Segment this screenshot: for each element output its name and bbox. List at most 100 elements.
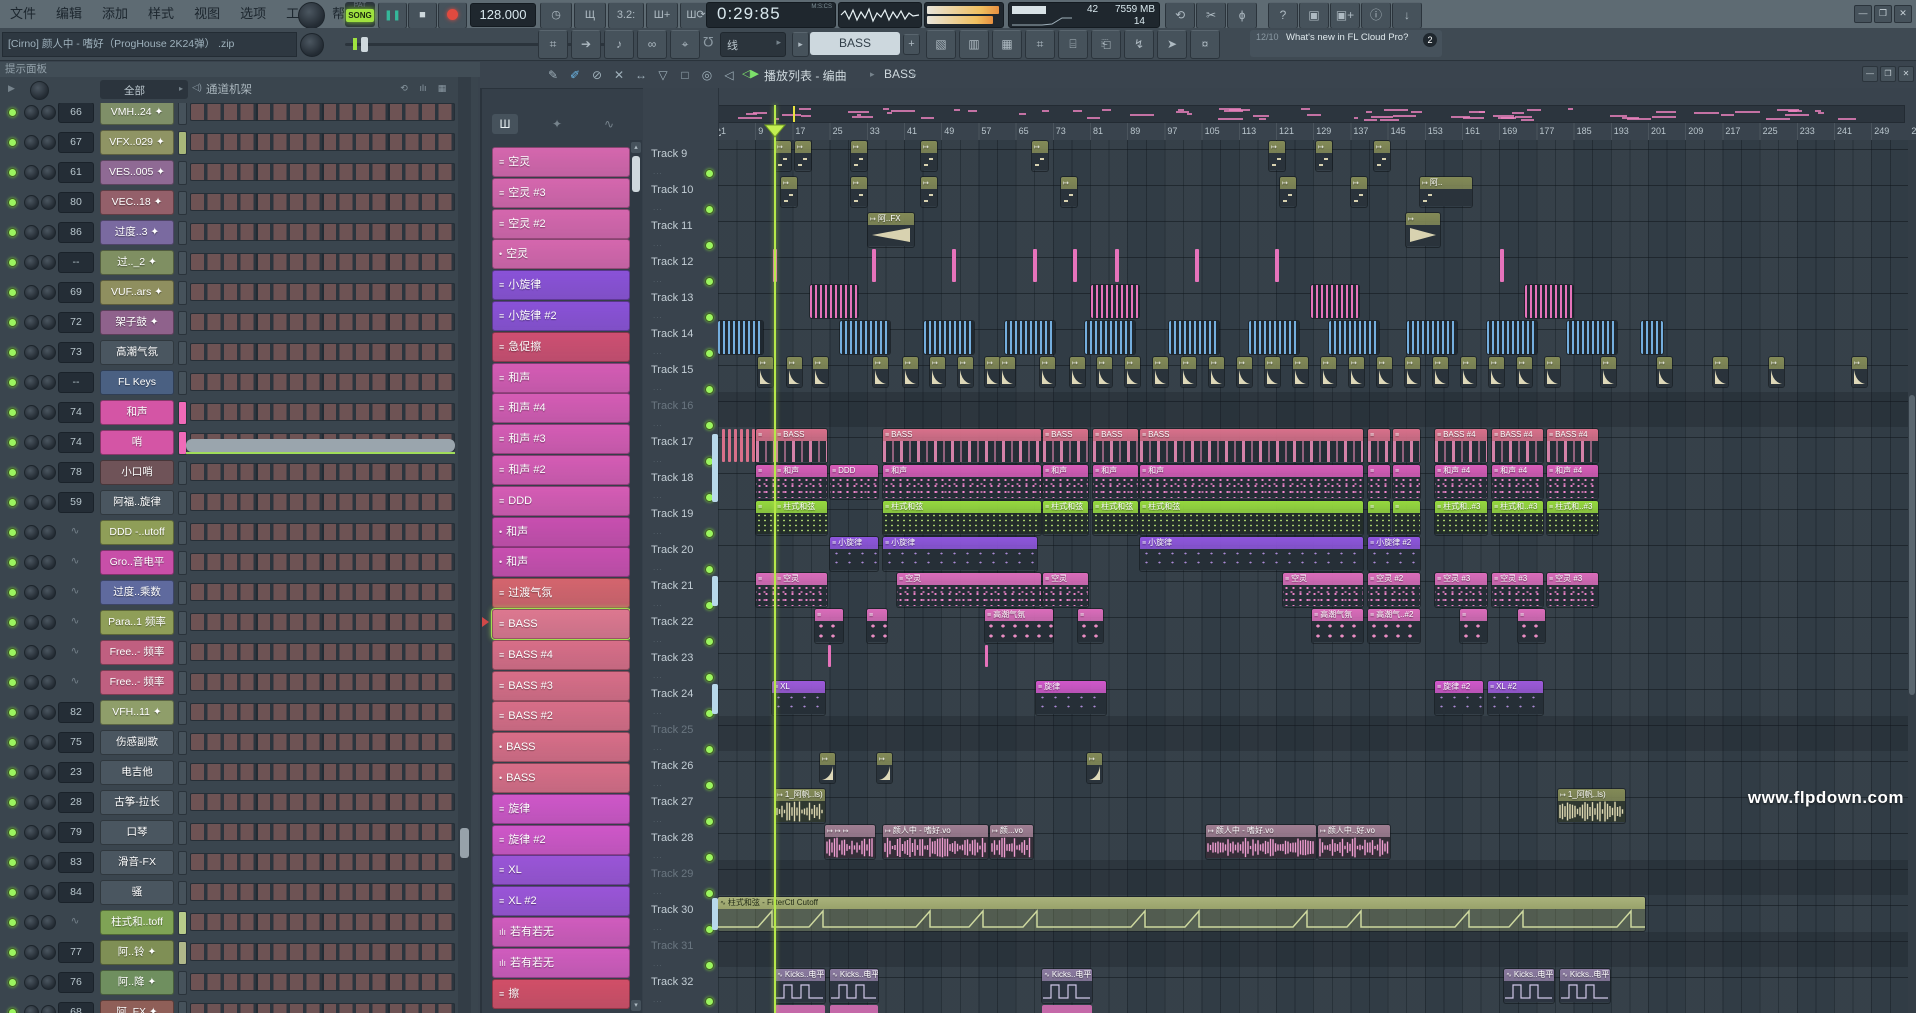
playlist-clip[interactable]: ∿Kicks..电平	[775, 969, 825, 1003]
playlist-toggle-icon[interactable]: ⌗	[538, 30, 568, 59]
menu-item-0[interactable]: 文件	[0, 0, 46, 28]
playlist-clip[interactable]: ≡DDD	[830, 465, 878, 499]
playlist-clip[interactable]: ↦	[1713, 357, 1728, 387]
pattern-item[interactable]: ılı若有若无	[492, 917, 630, 947]
channel-target-box[interactable]: 59	[58, 492, 94, 513]
clip-start-marker[interactable]	[712, 434, 718, 502]
playlist-clip[interactable]: ↦	[930, 357, 945, 387]
playlist-clip[interactable]: ≡空灵 #2	[1368, 573, 1420, 607]
playlist-clip[interactable]: ≡高潮气氛	[985, 609, 1053, 643]
channel-button[interactable]: 哨	[100, 430, 174, 455]
playlist-clip[interactable]: ≡	[1393, 465, 1420, 499]
channel-target-box[interactable]: 86	[58, 222, 94, 243]
playlist-clip[interactable]: ≡和声	[1043, 465, 1088, 499]
channel-button[interactable]: 骚	[100, 880, 174, 905]
track-mute-led[interactable]	[705, 169, 714, 178]
playlist-clip-thin[interactable]	[1073, 249, 1077, 282]
channel-button[interactable]: Para..1 频率	[100, 610, 174, 635]
channel-target-box[interactable]: 72	[58, 312, 94, 333]
track-name[interactable]: Track 27	[651, 796, 693, 808]
channel-button[interactable]: 阿..铃 ✦	[100, 940, 174, 965]
cpu-panel[interactable]: 42 7559 MB 14	[1008, 2, 1160, 28]
playlist-clip[interactable]: ↦	[1269, 141, 1285, 171]
volume-knob[interactable]	[41, 915, 56, 930]
pattern-item[interactable]: ≡BASS	[492, 609, 630, 639]
playlist-clip[interactable]: ↦	[1153, 357, 1168, 387]
pan-knob[interactable]	[24, 915, 39, 930]
playlist-clip-block[interactable]	[1329, 321, 1379, 354]
playlist-clip[interactable]: ≡BASS	[775, 429, 827, 463]
volume-knob[interactable]	[41, 825, 56, 840]
volume-knob[interactable]	[41, 105, 56, 120]
channel-target-box[interactable]: 28	[58, 792, 94, 813]
track-options-dots[interactable]: ...	[653, 455, 663, 464]
pan-knob[interactable]	[24, 585, 39, 600]
channel-button[interactable]: 古筝-拉长	[100, 790, 174, 815]
channel-target-box[interactable]: 73	[58, 342, 94, 363]
playlist-clip[interactable]: ↦	[877, 753, 892, 783]
playlist-clip[interactable]: ≡	[1078, 609, 1103, 643]
pan-knob[interactable]	[24, 345, 39, 360]
playlist-clip[interactable]: ↦	[775, 141, 791, 171]
playlist-clip[interactable]: ∿Kicks..电平	[1042, 969, 1092, 1003]
bpm-display[interactable]: 128.000	[470, 3, 536, 27]
playlist-clip[interactable]: ↦	[1070, 357, 1085, 387]
draw-tool-icon[interactable]: ✎	[543, 65, 563, 85]
mic-button[interactable]: ɸ	[1227, 2, 1257, 29]
track-options-dots[interactable]: ...	[653, 671, 663, 680]
volume-knob[interactable]	[41, 945, 56, 960]
volume-knob[interactable]	[41, 375, 56, 390]
playlist-clip-thin[interactable]	[734, 429, 737, 462]
volume-knob[interactable]	[41, 555, 56, 570]
playlist-clip[interactable]: ≡空灵	[775, 573, 827, 607]
playlist-clip[interactable]: ↦ ↦ ↦	[825, 825, 875, 859]
track-options-dots[interactable]: ...	[653, 491, 663, 500]
track-name[interactable]: Track 26	[651, 760, 693, 772]
pattern-item[interactable]: ≡BASS #2	[492, 701, 630, 731]
channel-led[interactable]	[8, 888, 17, 897]
channel-target-box[interactable]: 23	[58, 762, 94, 783]
pattern-item[interactable]: ≡和声 #4	[492, 393, 630, 423]
track-mute-led[interactable]	[705, 997, 714, 1006]
track-options-dots[interactable]: ...	[653, 311, 663, 320]
channel-button[interactable]: DDD -..utoff	[100, 520, 174, 545]
channel-led[interactable]	[8, 108, 17, 117]
volume-knob[interactable]	[41, 165, 56, 180]
channel-led[interactable]	[8, 528, 17, 537]
playlist-clip[interactable]: ↦	[787, 357, 802, 387]
keyboard-editor-icon[interactable]: ▦	[434, 80, 450, 96]
track-options-dots[interactable]: ...	[653, 743, 663, 752]
playlist-clip[interactable]: ↦	[1852, 357, 1867, 387]
playlist-clip[interactable]: ≡小旋律	[1140, 537, 1363, 571]
scroll-up-icon[interactable]: ▴	[631, 142, 641, 153]
channel-button[interactable]: 阿福..旋律	[100, 490, 174, 515]
time-display[interactable]: 0:29:85 M:S:CS	[706, 2, 836, 28]
collapse-arrow-icon[interactable]: ▶	[8, 83, 15, 94]
channel-led[interactable]	[8, 378, 17, 387]
playlist-clip[interactable]: ≡小旋律	[883, 537, 1037, 571]
track-options-dots[interactable]: ...	[653, 203, 663, 212]
channel-led[interactable]	[8, 198, 17, 207]
track-options-dots[interactable]: ...	[653, 275, 663, 284]
undo-icon[interactable]: ⟲	[396, 80, 412, 96]
volume-knob[interactable]	[41, 585, 56, 600]
playlist-clip[interactable]: ↦	[921, 177, 937, 207]
count-in-button[interactable]: 3.2:	[608, 2, 644, 29]
about-button[interactable]: ⓘ	[1361, 2, 1391, 29]
metronome-button[interactable]: ◷	[540, 2, 572, 29]
channel-target-box[interactable]: 74	[58, 402, 94, 423]
playlist-clip-thin[interactable]	[1115, 249, 1119, 282]
playlist-clip[interactable]: ↦1_阿帆..ls)	[775, 789, 825, 823]
pan-knob[interactable]	[24, 315, 39, 330]
pattern-item[interactable]: ≡空灵 #3	[492, 178, 630, 208]
playlist-clip-thin[interactable]	[1033, 249, 1037, 282]
track-name[interactable]: Track 10	[651, 184, 693, 196]
playlist-clip[interactable]: ↦	[903, 357, 918, 387]
pattern-item[interactable]: ≡BASS #4	[492, 640, 630, 670]
pat-song-switch[interactable]: PAT SONG	[345, 2, 375, 27]
track-mute-led[interactable]	[705, 313, 714, 322]
playlist-clip[interactable]: ↦	[1545, 357, 1560, 387]
select-tool-icon[interactable]: □	[675, 65, 695, 85]
pattern-auto-icon[interactable]: ∿	[596, 114, 622, 134]
playlist-clip-thin[interactable]	[985, 645, 988, 667]
